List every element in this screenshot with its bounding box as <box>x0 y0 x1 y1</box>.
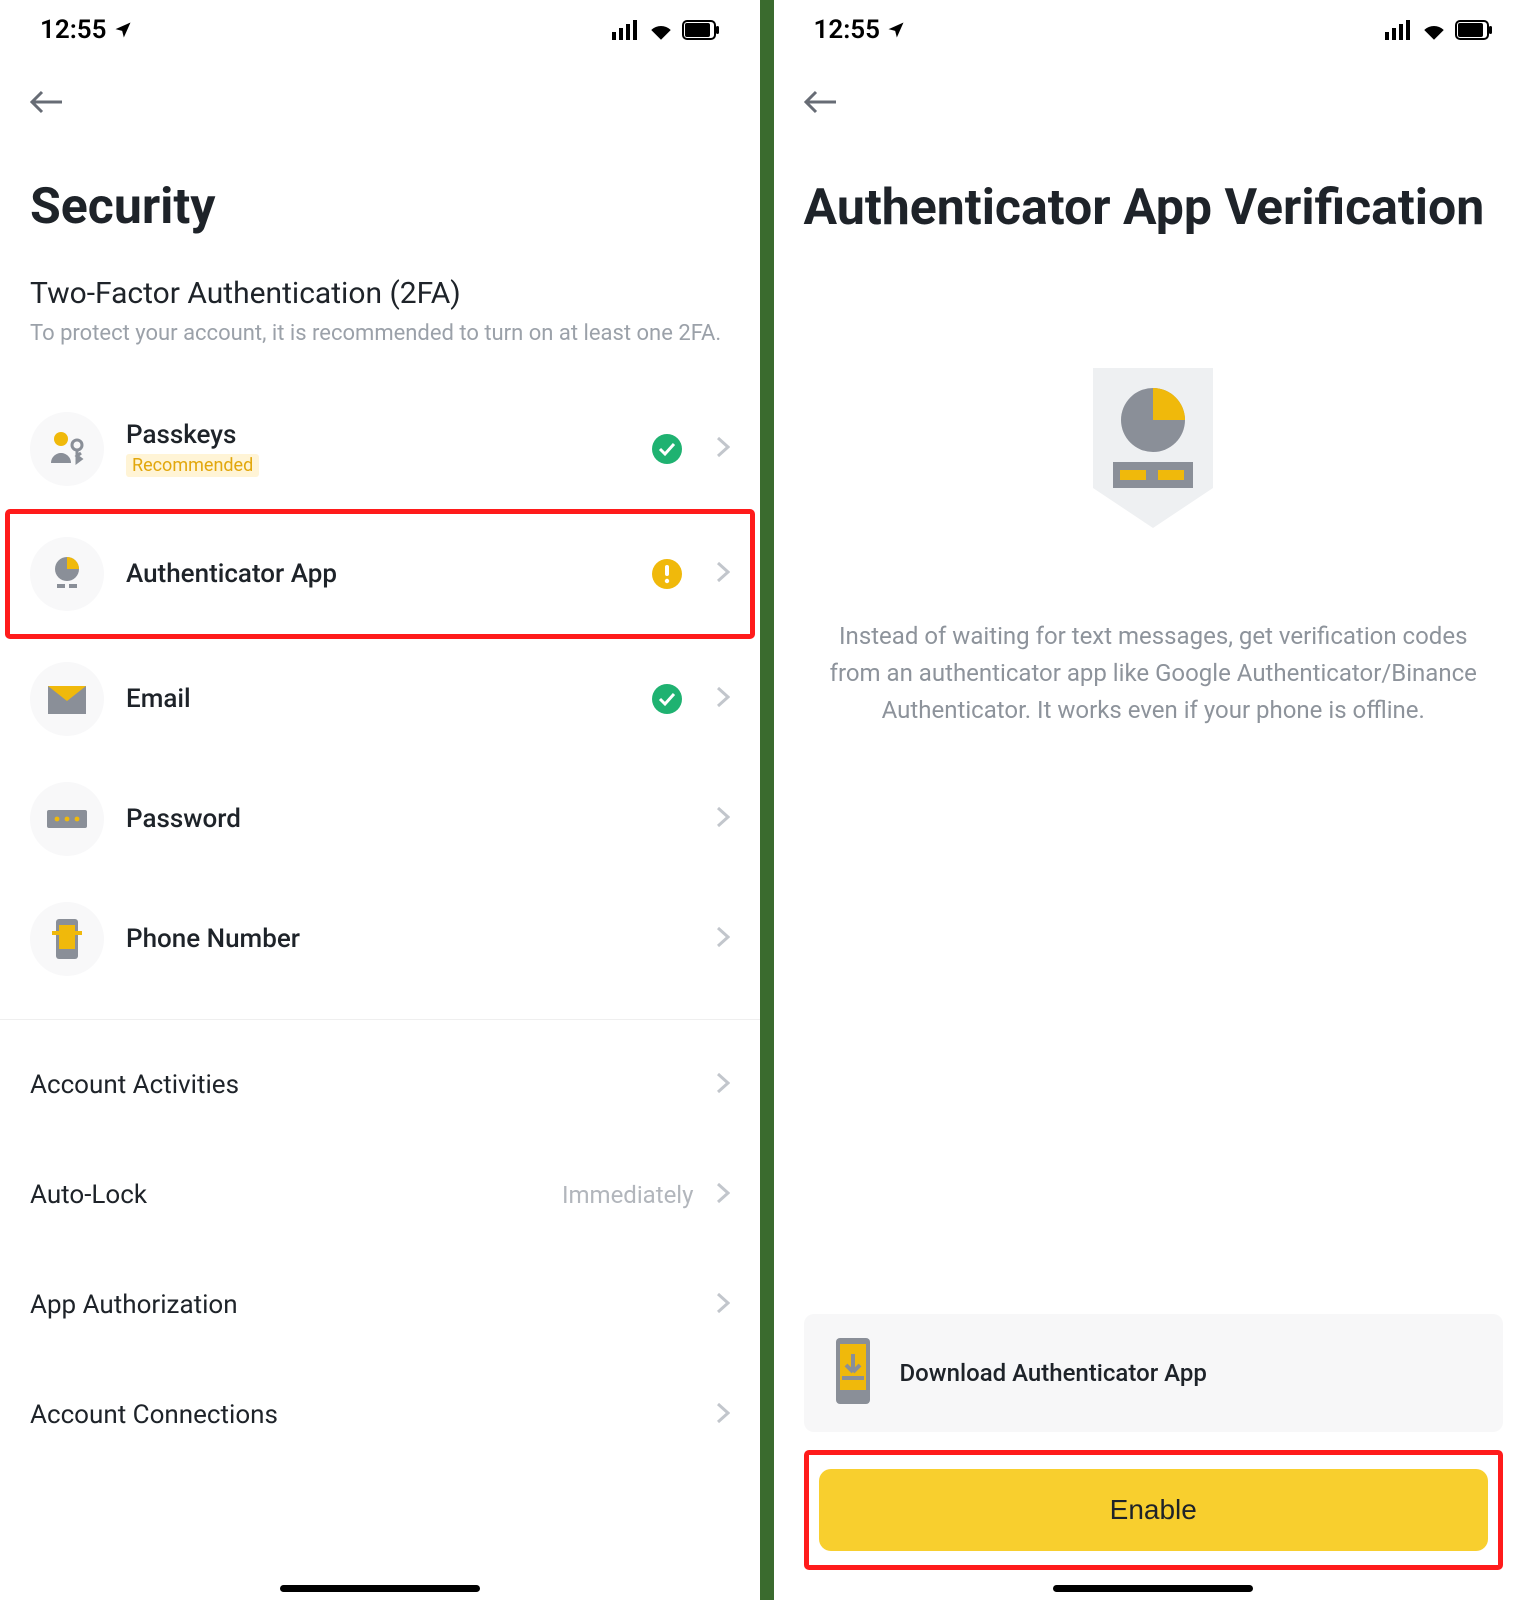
item-label: Account Activities <box>30 1070 706 1100</box>
authenticator-verification-screen: 12:55 Authenticator App Verification <box>774 0 1533 1600</box>
download-authenticator-row[interactable]: Download Authenticator App <box>804 1314 1504 1432</box>
item-label: Passkeys <box>126 420 628 450</box>
chevron-right-icon <box>716 806 730 832</box>
enable-button[interactable]: Enable <box>819 1469 1489 1551</box>
warning-icon <box>650 557 684 591</box>
page-title: Authenticator App Verification <box>804 178 1504 238</box>
item-app-authorization[interactable]: App Authorization <box>30 1250 730 1360</box>
item-value: Immediately <box>562 1181 694 1209</box>
home-indicator <box>1053 1585 1253 1592</box>
page-title: Security <box>30 178 730 236</box>
check-icon <box>650 682 684 716</box>
phone-icon <box>30 902 104 976</box>
item-label: App Authorization <box>30 1290 706 1320</box>
item-label: Auto-Lock <box>30 1180 562 1210</box>
item-label: Password <box>126 804 684 834</box>
item-password[interactable]: Password <box>30 759 730 879</box>
wifi-icon <box>648 20 674 40</box>
authenticator-icon <box>30 537 104 611</box>
battery-icon <box>1455 20 1493 40</box>
home-indicator <box>280 1585 480 1592</box>
chevron-right-icon <box>716 1182 730 1208</box>
chevron-right-icon <box>716 686 730 712</box>
section-divider <box>0 1019 760 1020</box>
item-label: Account Connections <box>30 1400 706 1430</box>
authenticator-description: Instead of waiting for text messages, ge… <box>804 618 1504 730</box>
back-arrow-icon[interactable] <box>804 99 838 118</box>
email-icon <box>30 662 104 736</box>
chevron-right-icon <box>716 436 730 462</box>
chevron-right-icon <box>716 1402 730 1428</box>
authenticator-illustration <box>1058 358 1248 568</box>
section-title: Two-Factor Authentication (2FA) <box>30 276 730 311</box>
recommended-badge: Recommended <box>126 454 259 477</box>
security-screen: 12:55 Security Two-Factor Authentication… <box>0 0 760 1600</box>
status-bar: 12:55 <box>30 0 730 60</box>
item-label: Phone Number <box>126 924 684 954</box>
item-email[interactable]: Email <box>30 639 730 759</box>
item-account-activities[interactable]: Account Activities <box>30 1030 730 1140</box>
password-icon <box>30 782 104 856</box>
section-description: To protect your account, it is recommend… <box>30 319 730 349</box>
screenshot-divider <box>760 0 774 1600</box>
item-phone-number[interactable]: Phone Number <box>30 879 730 999</box>
location-icon <box>886 20 906 40</box>
highlight-enable: Enable <box>804 1450 1504 1570</box>
item-label: Authenticator App <box>126 559 628 589</box>
download-phone-icon <box>828 1336 878 1410</box>
back-arrow-icon[interactable] <box>30 99 64 118</box>
cellular-signal-icon <box>612 20 640 40</box>
battery-icon <box>682 20 720 40</box>
status-time: 12:55 <box>814 15 881 45</box>
status-bar: 12:55 <box>804 0 1504 60</box>
chevron-right-icon <box>716 1292 730 1318</box>
wifi-icon <box>1421 20 1447 40</box>
item-authenticator-app[interactable]: Authenticator App <box>30 514 730 634</box>
highlight-authenticator: Authenticator App <box>5 509 755 639</box>
cellular-signal-icon <box>1385 20 1413 40</box>
chevron-right-icon <box>716 926 730 952</box>
status-time: 12:55 <box>40 15 107 45</box>
item-passkeys[interactable]: Passkeys Recommended <box>30 389 730 509</box>
download-label: Download Authenticator App <box>900 1359 1207 1387</box>
passkeys-icon <box>30 412 104 486</box>
item-auto-lock[interactable]: Auto-Lock Immediately <box>30 1140 730 1250</box>
item-label: Email <box>126 684 628 714</box>
check-icon <box>650 432 684 466</box>
location-icon <box>113 20 133 40</box>
chevron-right-icon <box>716 1072 730 1098</box>
item-account-connections[interactable]: Account Connections <box>30 1360 730 1470</box>
chevron-right-icon <box>716 561 730 587</box>
